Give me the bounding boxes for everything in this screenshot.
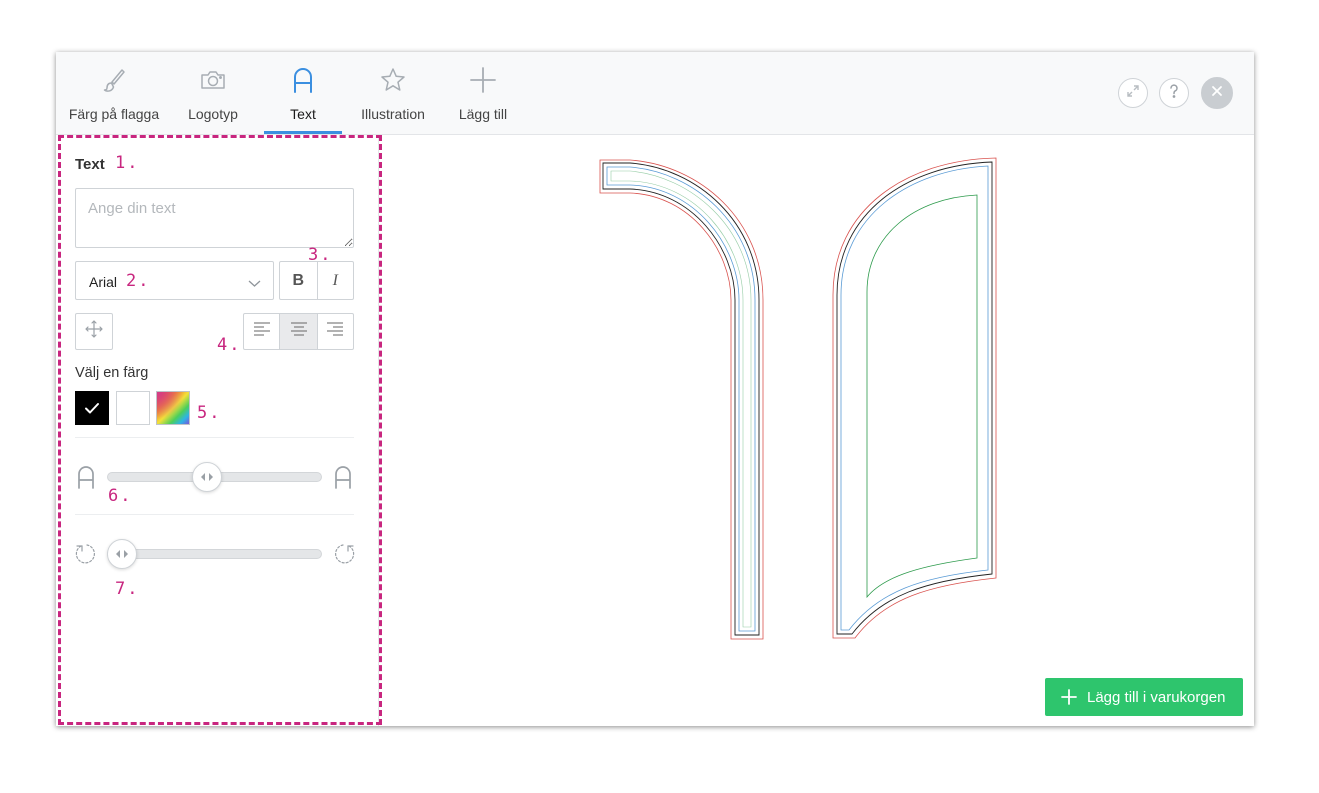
tab-text[interactable]: Text	[264, 52, 342, 134]
tab-logo[interactable]: Logotyp	[176, 52, 250, 134]
tab-label: Färg på flagga	[68, 106, 160, 122]
color-swatch-black[interactable]	[75, 391, 109, 425]
help-button[interactable]	[1159, 78, 1189, 108]
bold-button[interactable]: B	[280, 262, 317, 299]
tab-add[interactable]: Lägg till	[450, 52, 516, 134]
fullscreen-icon	[1126, 84, 1140, 103]
font-select[interactable]: Arial	[75, 261, 274, 300]
small-letter-a-icon	[76, 465, 96, 494]
annotation-7: 7.	[115, 579, 140, 599]
drag-arrows-icon	[116, 545, 128, 563]
design-canvas[interactable]	[380, 135, 1254, 726]
move-icon	[85, 320, 103, 343]
size-slider-knob[interactable]	[192, 462, 223, 492]
color-swatch-white[interactable]	[116, 391, 150, 425]
drag-arrows-icon	[201, 468, 214, 486]
tab-label: Logotyp	[188, 106, 238, 122]
help-icon	[1167, 83, 1181, 104]
add-to-cart-label: Lägg till i varukorgen	[1087, 688, 1226, 706]
top-toolbar: Färg på flagga Logotyp Text Illustration…	[56, 52, 1254, 135]
star-icon	[379, 66, 407, 99]
annotation-5: 5.	[197, 403, 222, 423]
annotation-1: 1.	[115, 153, 140, 173]
tab-flag-color[interactable]: Färg på flagga	[60, 52, 168, 134]
brush-icon	[100, 66, 128, 99]
align-left-icon	[253, 322, 270, 341]
align-center-icon	[290, 322, 307, 341]
text-input[interactable]	[75, 188, 354, 248]
align-right-button[interactable]	[316, 314, 353, 349]
align-right-icon	[327, 322, 344, 341]
plus-icon	[469, 66, 497, 99]
annotation-6: 6.	[108, 486, 133, 506]
font-value: Arial	[89, 274, 118, 290]
rotation-slider-knob[interactable]	[107, 539, 137, 569]
checkmark-icon	[75, 403, 109, 429]
color-section-title: Välj en färg	[75, 365, 149, 381]
tab-illustration[interactable]: Illustration	[352, 52, 434, 134]
divider	[75, 437, 354, 438]
large-letter-a-icon	[333, 465, 353, 494]
move-button[interactable]	[75, 313, 113, 350]
plus-icon	[1061, 689, 1077, 705]
rotate-right-icon	[331, 542, 355, 571]
tab-label: Text	[290, 106, 316, 122]
rotation-slider-track[interactable]	[107, 549, 322, 559]
close-icon	[1211, 84, 1223, 102]
text-section-title: Text	[75, 156, 105, 173]
annotation-4: 4.	[217, 335, 242, 355]
alignment-group	[243, 313, 354, 350]
tab-label: Illustration	[361, 106, 425, 122]
annotation-3: 3.	[308, 245, 333, 265]
chevron-down-icon	[248, 275, 261, 293]
rotate-left-icon	[75, 542, 99, 571]
text-style-group: B I	[279, 261, 354, 300]
close-button[interactable]	[1201, 77, 1233, 109]
italic-button[interactable]: I	[316, 262, 354, 299]
color-swatch-custom[interactable]	[156, 391, 190, 425]
annotation-2: 2.	[126, 271, 151, 291]
align-center-button[interactable]	[279, 314, 317, 349]
align-left-button[interactable]	[244, 314, 279, 349]
camera-icon	[199, 66, 227, 99]
add-to-cart-button[interactable]: Lägg till i varukorgen	[1045, 678, 1243, 716]
tab-label: Lägg till	[458, 106, 508, 122]
fullscreen-button[interactable]	[1118, 78, 1148, 108]
divider	[75, 514, 354, 515]
letter-a-icon	[289, 66, 317, 99]
flag-template-outline	[599, 157, 997, 640]
